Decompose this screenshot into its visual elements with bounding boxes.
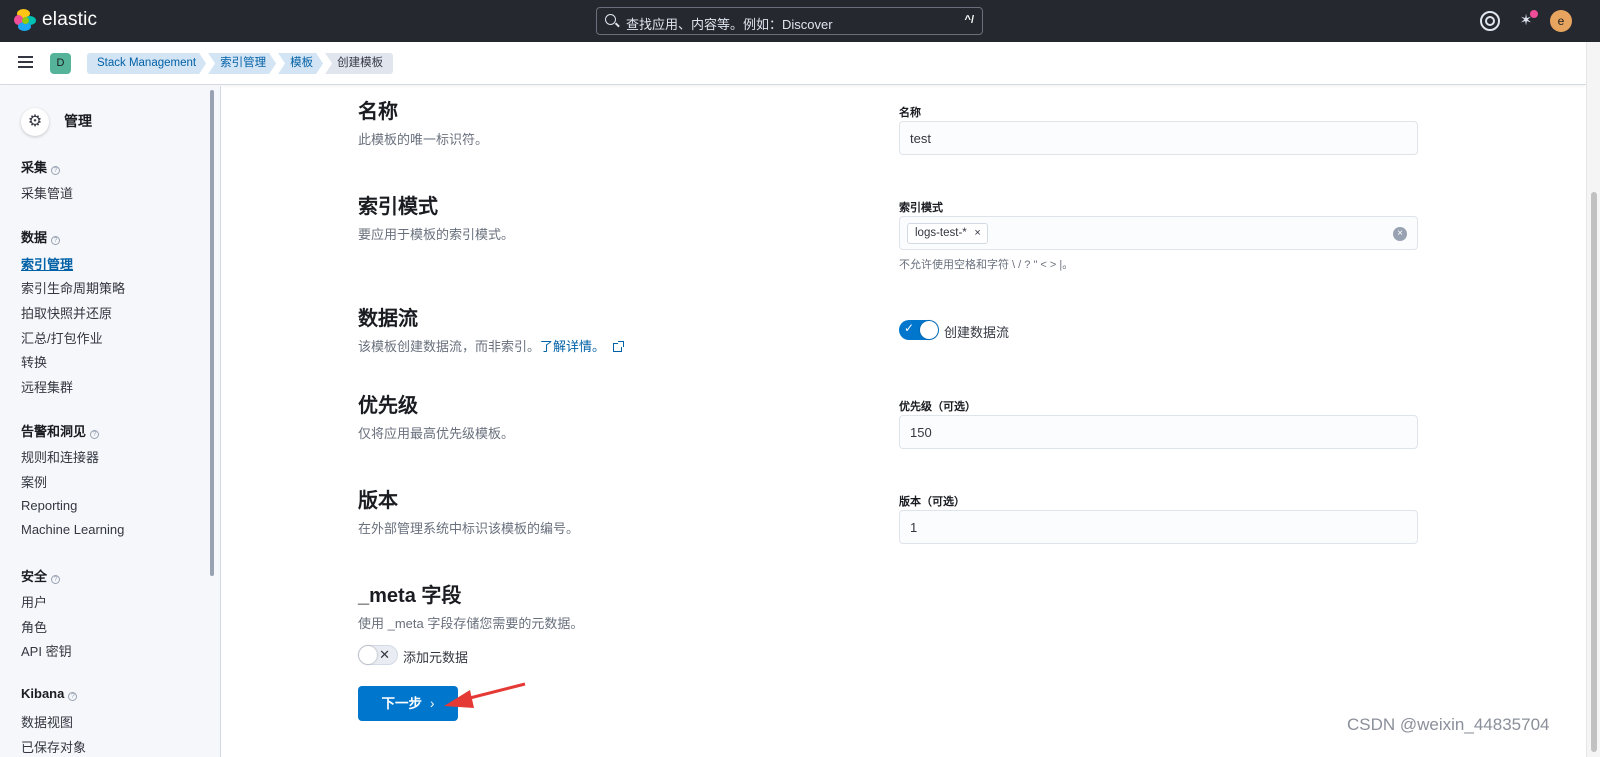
meta-section-title: _meta 字段 (358, 585, 462, 607)
version-field-label: 版本（可选） (899, 496, 965, 508)
clear-icon[interactable]: × (1393, 227, 1407, 241)
search-placeholder: 查找应用、内容等。例如：Discover (626, 17, 833, 32)
sidebar-item-data-views[interactable]: 数据视图 (21, 712, 73, 731)
logo-text: elastic (42, 9, 98, 30)
index-patterns-field-label: 索引模式 (899, 202, 943, 214)
chip-remove-icon[interactable]: × (974, 224, 980, 243)
sidebar-title: 管理 (64, 113, 92, 129)
priority-section-desc: 仅将应用最高优先级模板。 (358, 426, 515, 441)
name-field[interactable]: test (899, 121, 1418, 155)
sidebar-item-snapshot-restore[interactable]: 拍取快照并还原 (21, 303, 112, 322)
priority-section-title: 优先级 (358, 395, 418, 417)
index-pattern-chip: logs-test-* × (907, 223, 988, 244)
learn-more-link[interactable]: 了解详情。 (540, 339, 605, 354)
sidebar-item-reporting[interactable]: Reporting (21, 498, 77, 513)
top-header: elastic 查找应用、内容等。例如：Discover ^/ ✶ e (0, 0, 1600, 42)
info-icon: ? (68, 692, 78, 701)
search-icon (605, 14, 616, 25)
sidebar-group-kibana: Kibana? (21, 686, 78, 701)
sidebar-item-rollup-jobs[interactable]: 汇总/打包作业 (21, 328, 103, 347)
data-stream-section-title: 数据流 (358, 308, 418, 330)
version-field[interactable]: 1 (899, 510, 1418, 544)
sidebar-group-data: 数据? (21, 227, 61, 246)
sidebar-item-saved-objects[interactable]: 已保存对象 (21, 737, 86, 756)
sidebar-scrollbar[interactable] (210, 90, 214, 576)
sidebar-item-remote-clusters[interactable]: 远程集群 (21, 377, 73, 396)
name-section-desc: 此模板的唯一标识符。 (358, 132, 489, 147)
meta-section-desc: 使用 _meta 字段存储您需要的元数据。 (358, 616, 584, 631)
version-section-title: 版本 (358, 490, 398, 512)
global-search-input[interactable]: 查找应用、内容等。例如：Discover ^/ (596, 7, 983, 35)
priority-field-label: 优先级（可选） (899, 401, 976, 413)
search-shortcut-hint: ^/ (964, 14, 974, 26)
chevron-right-icon: › (430, 696, 435, 711)
meta-toggle-label: 添加元数据 (403, 650, 469, 665)
info-icon: ? (90, 430, 100, 439)
sidebar-item-index-management[interactable]: 索引管理 (21, 254, 73, 273)
breadcrumb-create-template: 创建模板 (325, 53, 394, 74)
breadcrumb: Stack Management 索引管理 模板 创建模板 (87, 53, 395, 74)
info-icon: ? (51, 575, 61, 584)
breadcrumb-bar: D Stack Management 索引管理 模板 创建模板 (0, 42, 1586, 85)
cross-icon: ✕ (379, 647, 390, 662)
index-patterns-combobox[interactable]: logs-test-* × × (899, 216, 1418, 250)
info-icon: ? (51, 166, 61, 175)
breadcrumb-templates[interactable]: 模板 (278, 53, 323, 74)
name-field-label: 名称 (899, 107, 921, 119)
space-avatar[interactable]: D (50, 53, 71, 74)
sidebar-item-ingest-pipelines[interactable]: 采集管道 (21, 183, 73, 202)
sidebar-item-cases[interactable]: 案例 (21, 472, 47, 491)
management-sidebar: ⚙ 管理 采集? 采集管道 数据? 索引管理 索引生命周期策略 拍取快照并还原 … (0, 86, 221, 757)
gear-icon: ⚙ (21, 108, 49, 136)
menu-icon[interactable] (18, 56, 33, 68)
sidebar-item-transforms[interactable]: 转换 (21, 352, 47, 371)
index-patterns-section-desc: 要应用于模板的索引模式。 (358, 227, 515, 242)
sidebar-group-ingest: 采集? (21, 157, 61, 176)
data-stream-toggle-label: 创建数据流 (944, 325, 1010, 340)
help-icon[interactable] (1480, 11, 1500, 31)
data-stream-section-desc: 该模板创建数据流，而非索引。了解详情。 (358, 336, 625, 355)
breadcrumb-stack-management[interactable]: Stack Management (87, 53, 206, 74)
create-template-form: 名称 此模板的唯一标识符。 名称 test 索引模式 要应用于模板的索引模式。 … (222, 86, 1586, 757)
index-patterns-section-title: 索引模式 (358, 196, 438, 218)
sidebar-item-rules-connectors[interactable]: 规则和连接器 (21, 447, 99, 466)
elastic-logo-icon (14, 9, 36, 31)
priority-field[interactable]: 150 (899, 415, 1418, 449)
sidebar-item-roles[interactable]: 角色 (21, 617, 47, 636)
sidebar-group-alerts-insights: 告警和洞见? (21, 421, 100, 440)
external-link-icon (613, 341, 625, 352)
sidebar-item-users[interactable]: 用户 (21, 592, 47, 611)
breadcrumb-index-management[interactable]: 索引管理 (208, 53, 276, 74)
annotation-arrow (444, 682, 526, 708)
sidebar-item-api-keys[interactable]: API 密钥 (21, 641, 72, 660)
sidebar-item-machine-learning[interactable]: Machine Learning (21, 522, 124, 537)
sidebar-group-security: 安全? (21, 566, 61, 585)
user-avatar[interactable]: e (1550, 10, 1572, 32)
version-section-desc: 在外部管理系统中标识该模板的编号。 (358, 521, 580, 536)
sidebar-item-ilm-policies[interactable]: 索引生命周期策略 (21, 278, 125, 297)
data-stream-toggle[interactable]: ✓ (899, 320, 939, 340)
name-section-title: 名称 (358, 101, 398, 123)
index-patterns-help-text: 不允许使用空格和字符 \ / ? " < > |。 (899, 259, 1074, 271)
elastic-logo[interactable]: elastic (14, 9, 97, 31)
watermark: CSDN @weixin_44835704 (1347, 715, 1550, 734)
meta-toggle[interactable]: ✕ (358, 645, 398, 665)
notification-dot (1530, 10, 1538, 18)
check-icon: ✓ (904, 321, 915, 335)
info-icon: ? (51, 236, 61, 245)
page-scrollbar[interactable] (1586, 42, 1600, 757)
